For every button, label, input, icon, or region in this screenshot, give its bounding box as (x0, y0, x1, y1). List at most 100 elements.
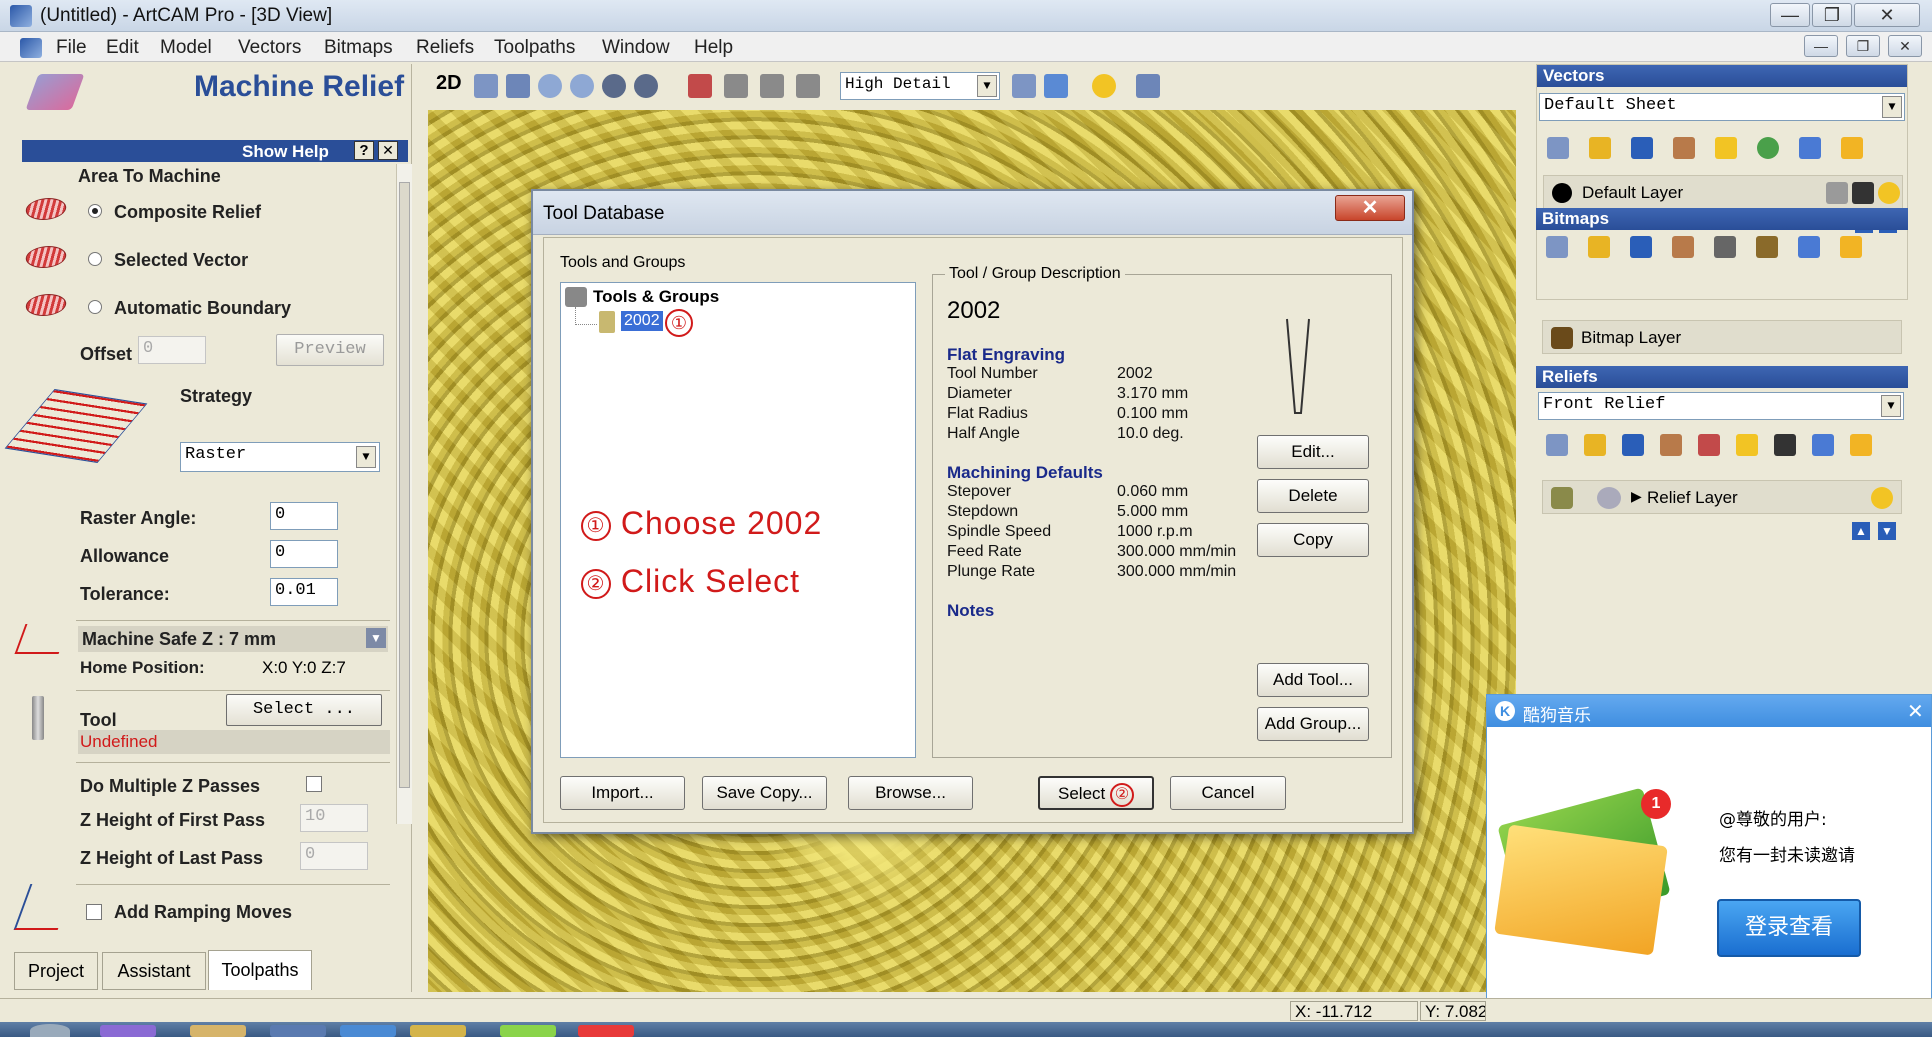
expand-arrow-icon[interactable]: ▶ (1631, 488, 1642, 505)
bulb-icon[interactable] (1715, 137, 1737, 159)
layer-stack-icon[interactable] (1660, 434, 1682, 456)
composite-relief-radio[interactable] (88, 204, 102, 218)
zoom-extents-icon[interactable] (602, 74, 626, 98)
menu-model[interactable]: Model (160, 37, 212, 59)
minimize-window-button[interactable]: — (1770, 3, 1810, 27)
detail-select[interactable]: High Detail ▼ (840, 72, 1000, 100)
material-icon[interactable] (1136, 74, 1160, 98)
show-help-link[interactable]: Show Help (242, 142, 329, 162)
tree-root[interactable]: Tools & Groups (593, 287, 719, 307)
lights-icon[interactable] (1841, 137, 1863, 159)
strategy-select[interactable]: Raster ▼ (180, 442, 380, 472)
doc-minimize-button[interactable]: — (1804, 35, 1838, 57)
relief-layer-row[interactable]: ▶ Relief Layer (1542, 480, 1902, 514)
axis-icon[interactable] (1044, 74, 1068, 98)
front-view-icon[interactable] (724, 74, 748, 98)
dialog-close-button[interactable]: ✕ (1335, 195, 1405, 221)
taskbar-app[interactable] (410, 1025, 466, 1037)
vector-sheet-select[interactable]: Default Sheet ▼ (1539, 93, 1905, 121)
delete-icon[interactable] (1812, 434, 1834, 456)
lights-icon[interactable] (1840, 236, 1862, 258)
lights-icon[interactable] (1850, 434, 1872, 456)
add-relief-icon[interactable] (1597, 487, 1621, 509)
open-folder-icon[interactable] (1584, 434, 1606, 456)
menu-bitmaps[interactable]: Bitmaps (324, 37, 393, 59)
chevron-down-icon[interactable]: ▼ (1882, 96, 1902, 118)
iso-view-icon[interactable] (688, 74, 712, 98)
browse-button[interactable]: Browse... (848, 776, 973, 810)
maximize-window-button[interactable]: ❐ (1812, 3, 1852, 27)
add-group-button[interactable]: Add Group... (1257, 707, 1369, 741)
visibility-bulb-icon[interactable] (1878, 182, 1900, 204)
merge-icon[interactable] (1757, 137, 1779, 159)
move-up-icon[interactable]: ▲ (1852, 522, 1870, 540)
close-window-button[interactable]: ✕ (1854, 3, 1920, 27)
taskbar-app[interactable] (190, 1025, 246, 1037)
tab-project[interactable]: Project (14, 952, 98, 990)
menu-reliefs[interactable]: Reliefs (416, 37, 474, 59)
tree-item-2002[interactable]: 2002 (621, 311, 663, 331)
tab-assistant[interactable]: Assistant (102, 952, 206, 990)
automatic-boundary-radio[interactable] (88, 300, 102, 314)
preview-button[interactable]: Preview (276, 334, 384, 366)
light-bulb-icon[interactable] (1092, 74, 1116, 98)
menu-help[interactable]: Help (694, 37, 733, 59)
start-button[interactable] (30, 1024, 70, 1037)
cancel-button[interactable]: Cancel (1170, 776, 1286, 810)
chevron-down-icon[interactable]: ▼ (356, 446, 376, 468)
raster-angle-input[interactable]: 0 (270, 502, 338, 530)
layer-stack-icon[interactable] (1673, 137, 1695, 159)
lock-icon[interactable] (1826, 182, 1848, 204)
relief-combine-icon[interactable] (1698, 434, 1720, 456)
move-down-icon[interactable]: ▼ (1878, 522, 1896, 540)
delete-icon[interactable] (1799, 137, 1821, 159)
chevron-down-icon[interactable]: ▼ (977, 75, 997, 97)
taskbar-app[interactable] (270, 1025, 326, 1037)
chevron-down-icon[interactable]: ▼ (366, 628, 386, 648)
menu-toolpaths[interactable]: Toolpaths (494, 37, 575, 59)
open-folder-icon[interactable] (1589, 137, 1611, 159)
default-layer-row[interactable]: Default Layer (1543, 175, 1903, 209)
edit-tool-button[interactable]: Edit... (1257, 435, 1369, 469)
delete-icon[interactable] (1798, 236, 1820, 258)
new-layer-icon[interactable] (1547, 137, 1569, 159)
selected-vector-label[interactable]: Selected Vector (114, 250, 248, 271)
automatic-boundary-label[interactable]: Automatic Boundary (114, 298, 291, 319)
taskbar-app[interactable] (578, 1025, 634, 1037)
taskbar-app[interactable] (100, 1025, 156, 1037)
safe-z-bar[interactable]: Machine Safe Z : 7 mm ▼ (78, 626, 388, 652)
new-bitmap-layer-icon[interactable] (1546, 236, 1568, 258)
open-folder-icon[interactable] (1588, 236, 1610, 258)
save-icon[interactable] (1631, 137, 1653, 159)
grayscale-icon[interactable] (1714, 236, 1736, 258)
zoom-in-icon[interactable] (538, 74, 562, 98)
import-button[interactable]: Import... (560, 776, 685, 810)
z-last-pass-input[interactable]: 0 (300, 842, 368, 870)
top-view-icon[interactable] (796, 74, 820, 98)
edit-icon[interactable] (1852, 182, 1874, 204)
selected-vector-radio[interactable] (88, 252, 102, 266)
panel-scrollbar[interactable] (396, 164, 412, 824)
popup-close-icon[interactable]: ✕ (1907, 699, 1924, 724)
save-icon[interactable] (1622, 434, 1644, 456)
film-icon[interactable] (1774, 434, 1796, 456)
doc-restore-button[interactable]: ❐ (1846, 35, 1880, 57)
save-copy-button[interactable]: Save Copy... (702, 776, 827, 810)
rotate-icon[interactable] (474, 74, 498, 98)
login-view-button[interactable]: 登录查看 (1717, 899, 1861, 957)
relief-select[interactable]: Front Relief ▼ (1538, 392, 1904, 420)
image-icon[interactable] (1756, 236, 1778, 258)
zoom-out-icon[interactable] (570, 74, 594, 98)
save-icon[interactable] (1630, 236, 1652, 258)
z-first-pass-input[interactable]: 10 (300, 804, 368, 832)
bulb-icon[interactable] (1736, 434, 1758, 456)
taskbar-app[interactable] (500, 1025, 556, 1037)
tolerance-input[interactable]: 0.01 (270, 578, 338, 606)
menu-edit[interactable]: Edit (106, 37, 139, 59)
menu-window[interactable]: Window (602, 37, 670, 59)
doc-close-button[interactable]: ✕ (1888, 35, 1922, 57)
2d-view-button[interactable]: 2D (436, 72, 462, 95)
menu-vectors[interactable]: Vectors (238, 37, 301, 59)
shading-icon[interactable] (1012, 74, 1036, 98)
copy-tool-button[interactable]: Copy (1257, 523, 1369, 557)
